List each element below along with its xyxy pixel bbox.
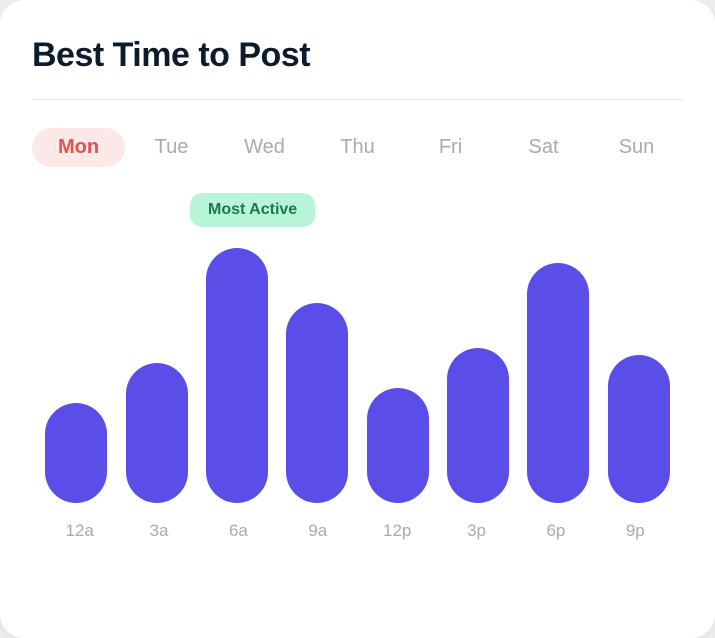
day-tab-fri[interactable]: Fri	[404, 128, 497, 167]
chart-bar	[286, 303, 348, 503]
bar-col	[603, 355, 675, 503]
time-label: 6a	[199, 521, 278, 541]
time-label: 9p	[596, 521, 675, 541]
bar-col	[201, 248, 273, 503]
time-label: 3p	[437, 521, 516, 541]
chart-bar	[447, 348, 509, 503]
day-tab-sat[interactable]: Sat	[497, 128, 590, 167]
day-tab-thu[interactable]: Thu	[311, 128, 404, 167]
chart-bar	[527, 263, 589, 503]
bar-col	[120, 363, 192, 503]
chart-bar	[367, 388, 429, 503]
most-active-badge: Most Active	[190, 193, 315, 227]
time-labels: 12a3a6a9a12p3p6p9p	[32, 503, 683, 541]
day-tab-wed[interactable]: Wed	[218, 128, 311, 167]
time-label: 12p	[358, 521, 437, 541]
day-tab-mon[interactable]: Mon	[32, 128, 125, 167]
bar-col	[281, 303, 353, 503]
day-tab-sun[interactable]: Sun	[590, 128, 683, 167]
bars-container	[32, 203, 683, 503]
page-title: Best Time to Post	[32, 36, 683, 75]
bar-col	[442, 348, 514, 503]
bar-col	[522, 263, 594, 503]
time-label: 12a	[40, 521, 119, 541]
chart-bar	[45, 403, 107, 503]
day-tab-tue[interactable]: Tue	[125, 128, 218, 167]
day-tabs: MonTueWedThuFriSatSun	[32, 128, 683, 167]
divider	[32, 99, 683, 100]
bar-col	[40, 403, 112, 503]
chart-bar	[206, 248, 268, 503]
time-label: 3a	[119, 521, 198, 541]
chart-area: Most Active 12a3a6a9a12p3p6p9p	[32, 203, 683, 606]
time-label: 9a	[278, 521, 357, 541]
chart-bar	[608, 355, 670, 503]
best-time-card: Best Time to Post MonTueWedThuFriSatSun …	[0, 0, 715, 638]
chart-bar	[126, 363, 188, 503]
bar-col	[362, 388, 434, 503]
time-label: 6p	[516, 521, 595, 541]
